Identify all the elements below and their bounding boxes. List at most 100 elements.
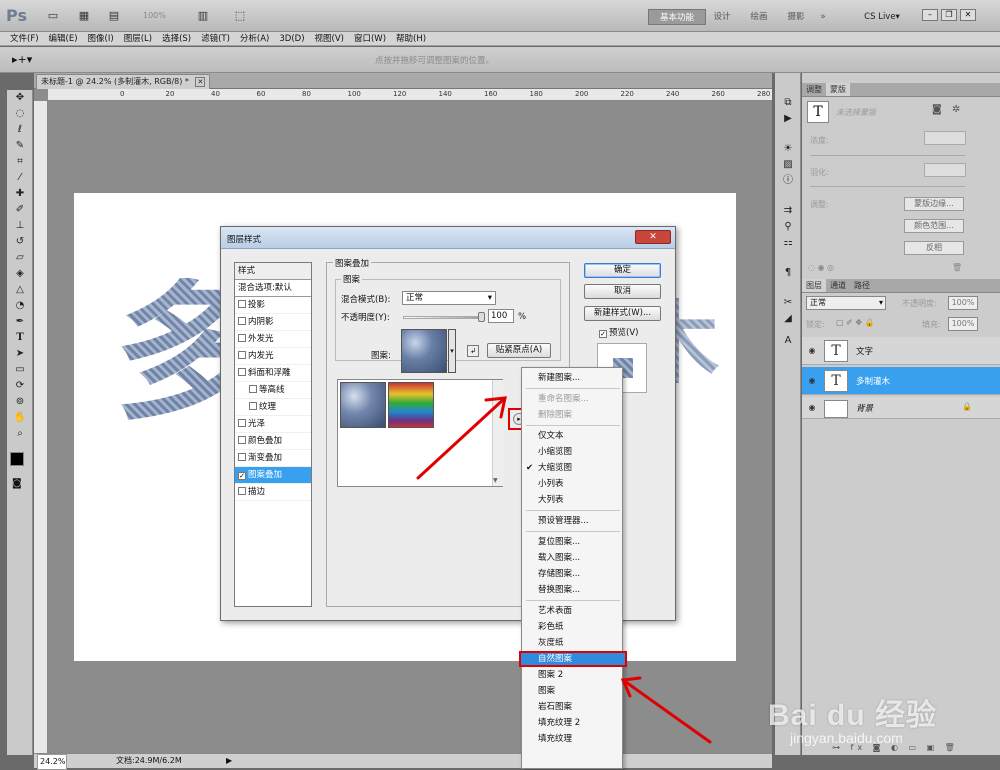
context-menu-item[interactable]: 灰度纸 (522, 635, 622, 651)
context-menu-item[interactable]: 艺术表面 (522, 603, 622, 619)
zoom-field[interactable]: 24.2% (37, 754, 67, 770)
pattern-dropdown-icon[interactable]: ▾ (448, 329, 456, 373)
adjustments-panel-icon[interactable]: ☀ (775, 141, 801, 157)
context-menu-item[interactable]: 填充纹理 (522, 731, 622, 747)
style-item[interactable]: 等高线 (235, 382, 311, 399)
info-panel-icon[interactable]: ⓘ (775, 173, 801, 189)
minibridge-icon[interactable]: ▦ (76, 8, 92, 24)
dialog-close-icon[interactable]: ✕ (635, 230, 671, 244)
opacity-field[interactable]: 100 (488, 309, 514, 323)
minimize-icon[interactable]: – (922, 9, 938, 21)
cancel-button[interactable]: 取消 (584, 284, 661, 299)
scroll-down-icon[interactable]: ▼ (493, 477, 498, 484)
context-menu-item[interactable]: ✔ 大缩览图 (522, 460, 622, 476)
blend-mode-select[interactable]: 正常 ▾ (402, 291, 496, 305)
view-extras-icon[interactable]: ▤ (106, 8, 122, 24)
checkbox-icon[interactable] (249, 385, 257, 393)
shape-tool-icon[interactable]: ▭ (7, 362, 33, 378)
checkbox-icon[interactable] (238, 453, 246, 461)
menu-item[interactable]: 文件(F) (5, 32, 44, 46)
paragraph-panel-icon[interactable]: ¶ (775, 265, 801, 281)
preview-checkbox[interactable]: ✓ 预览(V) (599, 326, 638, 338)
character-panel-icon[interactable]: A (775, 333, 801, 349)
eye-icon[interactable]: ◉ (806, 376, 818, 386)
checkbox-icon[interactable] (238, 317, 246, 325)
tab-close-icon[interactable]: ✕ (195, 77, 206, 87)
blur-tool-icon[interactable]: △ (7, 282, 33, 298)
checkbox-checked-icon[interactable]: ✓ (238, 472, 246, 480)
workspace-painting[interactable]: 绘画 (745, 9, 773, 25)
checkbox-icon[interactable] (238, 487, 246, 495)
pattern-swatch[interactable] (401, 329, 447, 373)
eyedropper-tool-icon[interactable]: ⁄ (7, 170, 33, 186)
context-menu-item[interactable]: 载入图案... (522, 550, 622, 566)
style-item[interactable]: 颜色叠加 (235, 433, 311, 450)
style-item[interactable]: ✓ 图案叠加 (235, 467, 311, 484)
mask-footer-icons[interactable]: ◌ ◉ ◎ (808, 263, 834, 272)
stamp-tool-icon[interactable]: ⊥ (7, 218, 33, 234)
3d-rotate-icon[interactable]: ⟳ (7, 378, 33, 394)
menu-item[interactable]: 滤镜(T) (196, 32, 235, 46)
move-tool-icon[interactable]: ✥ (7, 90, 33, 106)
tab-layers[interactable]: 图层 (802, 279, 826, 292)
opacity-slider[interactable] (403, 316, 483, 319)
blend-options-item[interactable]: 混合选项:默认 (235, 280, 311, 297)
actions-panel-icon[interactable]: ▶ (775, 111, 801, 127)
menu-item[interactable]: 视图(V) (310, 32, 349, 46)
doc-size[interactable]: 文档:24.9M/6.2M (116, 754, 182, 768)
tab-adjustments[interactable]: 调整 (802, 83, 826, 96)
menu-item[interactable]: 图像(I) (83, 32, 119, 46)
crop-tool-icon[interactable]: ⌗ (7, 154, 33, 170)
workspace-design[interactable]: 设计 (708, 9, 736, 25)
checkbox-icon[interactable] (238, 351, 246, 359)
context-menu-item[interactable]: 复位图案... (522, 534, 622, 550)
quick-mask-icon[interactable]: ◙ (12, 478, 22, 489)
pattern-thumb-rainbow[interactable] (388, 382, 434, 428)
feather-field[interactable] (924, 163, 966, 177)
eraser-tool-icon[interactable]: ▱ (7, 250, 33, 266)
checkbox-icon[interactable] (238, 419, 246, 427)
context-menu-item[interactable]: 岩石图案 (522, 699, 622, 715)
camera-icon[interactable]: ◢ (775, 311, 801, 327)
path-select-icon[interactable]: ➤ (7, 346, 33, 362)
layer-opacity-field[interactable]: 100% (948, 296, 978, 310)
density-field[interactable] (924, 131, 966, 145)
scissors-icon[interactable]: ✂ (775, 295, 801, 311)
checkbox-icon[interactable] (238, 300, 246, 308)
snap-origin-button[interactable]: 贴紧原点(A) (487, 343, 551, 358)
context-menu-item[interactable]: 填充纹理 2 (522, 715, 622, 731)
checkbox-icon[interactable] (238, 334, 246, 342)
brush-presets-icon[interactable]: ⇉ (775, 203, 801, 219)
tab-paths[interactable]: 路径 (850, 279, 874, 292)
create-preset-icon[interactable]: ↲ (467, 345, 479, 357)
fill-field[interactable]: 100% (948, 317, 978, 331)
feather-slider[interactable] (810, 186, 965, 187)
lasso-tool-icon[interactable]: ℓ (7, 122, 33, 138)
menu-item[interactable]: 选择(S) (157, 32, 196, 46)
close-icon[interactable]: ✕ (960, 9, 976, 21)
lock-icons[interactable]: ▢ ✐ ✥ 🔒 (836, 318, 875, 327)
density-slider[interactable] (810, 155, 965, 156)
hand-tool-icon[interactable]: ✋ (7, 410, 33, 426)
style-item[interactable]: 描边 (235, 484, 311, 501)
zoom-tool-icon[interactable]: ⌕ (7, 426, 33, 442)
color-range-button[interactable]: 颜色范围... (904, 219, 964, 233)
styles-panel-icon[interactable]: ▨ (775, 157, 801, 173)
style-item[interactable]: 投影 (235, 297, 311, 314)
workspace-essentials[interactable]: 基本功能 (648, 9, 706, 25)
arrange-documents-icon[interactable]: ▥ (195, 8, 211, 24)
context-menu-item[interactable]: 图案 2 (522, 667, 622, 683)
mask-edge-button[interactable]: 蒙版边缘... (904, 197, 964, 211)
paint-bucket-icon[interactable]: ◈ (7, 266, 33, 282)
cs-live-button[interactable]: CS Live▾ (852, 9, 912, 25)
menu-item[interactable]: 3D(D) (274, 32, 309, 46)
opacity-slider-thumb[interactable] (478, 312, 485, 322)
checkbox-icon[interactable] (238, 436, 246, 444)
context-menu-item[interactable]: 仅文本 (522, 428, 622, 444)
eye-icon[interactable]: ◉ (806, 346, 818, 356)
layer-row-selected[interactable]: ◉ T 多制灌木 (802, 367, 1000, 395)
screen-mode-icon[interactable]: ⬚ (232, 8, 248, 24)
menu-item[interactable]: 图层(L) (119, 32, 157, 46)
checkbox-icon[interactable] (249, 402, 257, 410)
context-menu-item[interactable]: 新建图案... (522, 370, 622, 386)
